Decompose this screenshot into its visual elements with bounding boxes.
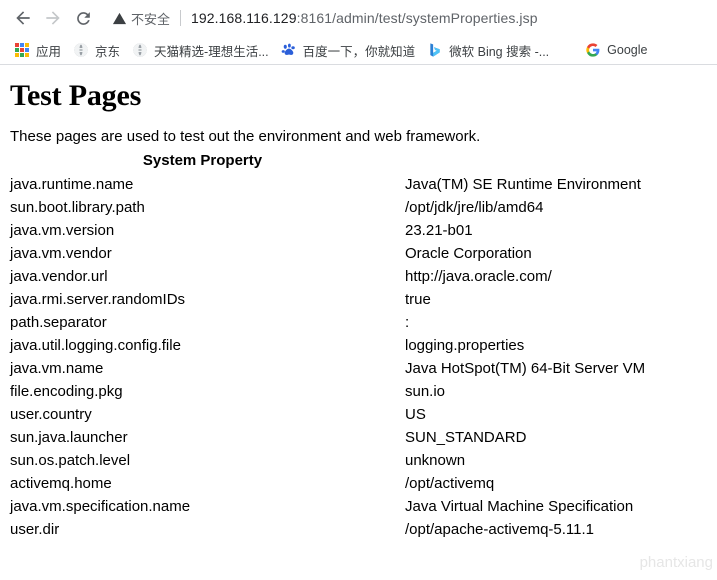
- system-properties-table-wrap: System Property java.runtime.name Java(TM…: [0, 152, 717, 541]
- property-value-cell: Java(TM) SE Runtime Environment: [405, 175, 641, 193]
- column-header-value: [405, 152, 717, 173]
- property-value-cell: http://java.oracle.com/: [405, 267, 552, 285]
- property-value-cell: /opt/activemq: [405, 474, 495, 492]
- property-name-cell: java.vm.version: [10, 221, 115, 239]
- table-row: java.vendor.url http://java.oracle.com/: [0, 265, 717, 288]
- property-value-cell: Oracle Corporation: [405, 244, 532, 262]
- property-name-cell: user.country: [10, 405, 92, 423]
- table-header-row: System Property: [0, 152, 717, 173]
- table-row: java.vm.vendor Oracle Corporation: [0, 242, 717, 265]
- property-name-cell: java.vm.name: [10, 359, 104, 377]
- property-value-cell: /opt/jdk/jre/lib/amd64: [405, 198, 544, 216]
- globe-icon: [133, 43, 147, 57]
- back-button[interactable]: [8, 3, 38, 33]
- bookmark-tmall[interactable]: 天猫精选-理想生活...: [128, 39, 277, 61]
- property-name-cell: file.encoding.pkg: [10, 382, 123, 400]
- bookmark-baidu[interactable]: 百度一下，你就知道: [277, 39, 424, 61]
- watermark-text: phantxiang: [639, 554, 713, 571]
- property-name-cell: sun.java.launcher: [10, 428, 128, 446]
- forward-button[interactable]: [38, 3, 68, 33]
- google-icon: [586, 43, 600, 57]
- table-row: file.encoding.pkg sun.io: [0, 380, 717, 403]
- reload-button[interactable]: [68, 3, 98, 33]
- property-value-cell: unknown: [405, 451, 466, 469]
- warning-triangle-icon: [112, 12, 127, 24]
- property-name-cell: sun.boot.library.path: [10, 198, 145, 216]
- table-row: sun.boot.library.path/opt/jdk/jre/lib/am…: [0, 196, 717, 219]
- table-row: user.dir/opt/apache-activemq-5.11.1: [0, 518, 717, 541]
- property-value-cell: :: [405, 313, 410, 331]
- property-value-cell: SUN_STANDARD: [405, 428, 527, 446]
- table-row: java.vm.specification.name Java Virtual M…: [0, 495, 717, 518]
- property-value-cell: logging.properties: [405, 336, 525, 354]
- system-properties-rows: java.runtime.name Java(TM) SE Runtime Env…: [0, 173, 717, 541]
- system-properties-table: System Property java.runtime.name Java(TM…: [0, 152, 717, 541]
- baidu-icon: [281, 43, 295, 55]
- bookmark-bing[interactable]: 微软 Bing 搜索 -...: [423, 39, 557, 61]
- bookmarks-bar: 应用 京东 天猫精选-理想生活... 百度一下，你就知道 微软 Bing 搜索 …: [0, 36, 717, 64]
- property-value-cell: Java HotSpot(TM) 64-Bit Server VM: [405, 359, 646, 377]
- table-row: java.runtime.name Java(TM) SE Runtime Env…: [0, 173, 717, 196]
- property-name-cell: java.runtime.name: [10, 175, 134, 193]
- bing-icon: [430, 43, 440, 57]
- table-row: user.country US: [0, 403, 717, 426]
- property-name-cell: user.dir: [10, 520, 60, 538]
- forward-arrow-icon: [46, 11, 60, 25]
- security-label: 不安全: [131, 11, 171, 27]
- bookmark-label: 京东: [95, 44, 121, 59]
- table-row: java.rmi.server.randomIDs true: [0, 288, 717, 311]
- browser-chrome: 不安全 192.168.116.129:8161/admin/test/syst…: [0, 0, 717, 65]
- bookmark-jd[interactable]: 京东: [69, 39, 128, 61]
- page-content: Test Pages These pages are used to test …: [0, 65, 717, 579]
- property-name-cell: java.vm.vendor: [10, 244, 112, 262]
- bookmark-label: 微软 Bing 搜索 -...: [449, 44, 550, 59]
- apps-grid-icon: [14, 42, 30, 58]
- property-value-cell: /opt/apache-activemq-5.11.1: [405, 520, 595, 538]
- bookmark-label: 天猫精选-理想生活...: [154, 44, 269, 59]
- back-arrow-icon: [16, 11, 30, 25]
- bookmark-apps[interactable]: 应用: [10, 39, 69, 61]
- property-name-cell: sun.os.patch.level: [10, 451, 131, 469]
- property-name-cell: java.vendor.url: [10, 267, 108, 285]
- globe-icon: [74, 43, 88, 57]
- bookmark-label: 百度一下，你就知道: [302, 44, 416, 59]
- table-row: java.vm.name Java HotSpot(TM) 64-Bit Serv…: [0, 357, 717, 380]
- property-name-cell: path.separator: [10, 313, 107, 331]
- address-bar[interactable]: 不安全 192.168.116.129:8161/admin/test/syst…: [104, 5, 707, 31]
- table-row: sun.java.launcher SUN_STANDARD: [0, 426, 717, 449]
- bookmark-label: Google: [607, 43, 648, 57]
- browser-toolbar: 不安全 192.168.116.129:8161/admin/test/syst…: [0, 0, 717, 36]
- table-row: java.util.logging.config.file logging.pro…: [0, 334, 717, 357]
- page-title: Test Pages: [10, 79, 142, 112]
- property-value-cell: Java Virtual Machine Specification: [405, 497, 634, 515]
- reload-icon: [76, 11, 90, 25]
- property-value-cell: US: [405, 405, 426, 423]
- column-header-system-property: System Property: [142, 151, 263, 169]
- omnibox-divider: [180, 10, 182, 26]
- table-row: sun.os.patch.level unknown: [0, 449, 717, 472]
- property-name-cell: java.util.logging.config.file: [10, 336, 181, 354]
- property-value-cell: true: [405, 290, 431, 308]
- url-text[interactable]: 192.168.116.129:8161/admin/test/systemPr…: [191, 10, 538, 26]
- bookmark-label: 应用: [36, 44, 62, 59]
- property-name-cell: activemq.home: [10, 474, 112, 492]
- page-intro-text: These pages are used to test out the env…: [10, 128, 481, 145]
- table-row: activemq.home/opt/activemq: [0, 472, 717, 495]
- property-name-cell: java.vm.specification.name: [10, 497, 191, 515]
- url-path: :8161/admin/test/systemProperties.jsp: [296, 10, 538, 26]
- bookmark-google[interactable]: Google: [581, 39, 655, 61]
- property-value-cell: 23.21-b01: [405, 221, 473, 239]
- property-value-cell: sun.io: [405, 382, 446, 400]
- property-name-cell: java.rmi.server.randomIDs: [10, 290, 186, 308]
- security-status-chip[interactable]: 不安全: [112, 9, 170, 28]
- url-host: 192.168.116.129: [191, 10, 297, 26]
- table-row: java.vm.version 23.21-b01: [0, 219, 717, 242]
- table-row: path.separator:: [0, 311, 717, 334]
